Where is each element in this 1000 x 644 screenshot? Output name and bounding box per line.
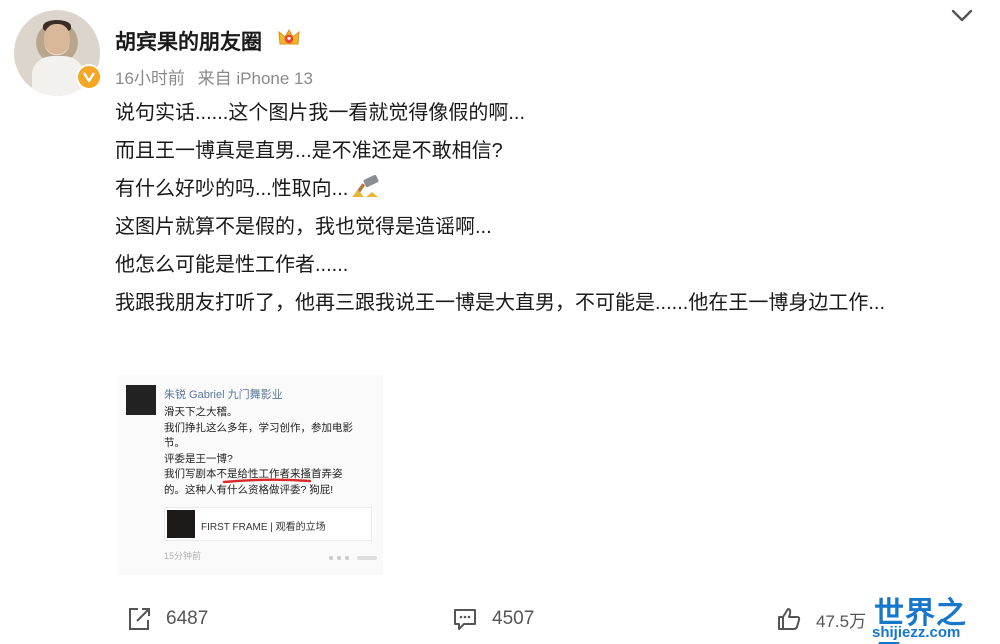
embedded-card-thumbnail [167,510,195,538]
embedded-time: 15分钟前 [164,551,202,561]
post-line: 他怎么可能是性工作者...... [115,254,349,276]
red-underline-mark [222,478,312,484]
verified-v-icon [76,64,102,90]
post-line: 这图片就算不是假的，我也觉得是造谣啊... [115,216,492,238]
blurred-dots [329,556,377,560]
crown-badge-icon [278,28,300,45]
post-line: 而且王一博真是直男...是不准还是不敢相信? [115,140,503,162]
share-button[interactable]: 6487 [126,606,208,632]
like-count: 47.5万 [816,611,867,631]
post-meta: 16小时前 来自 iPhone 13 [115,64,313,89]
hammer-emoji-icon [352,175,379,197]
embedded-link-card: FIRST FRAME | 观看的立场 [164,507,372,541]
post-body: 说句实话......这个图片我一看就觉得像假的啊... 而且王一博真是直男...… [115,94,985,322]
embedded-avatar [126,385,156,415]
share-icon [129,608,150,630]
site-watermark: 世界之最 shijiezz.com [870,588,995,644]
embedded-text-line: 滑天下之大稽。 [164,406,238,418]
post-line: 说句实话......这个图片我一看就觉得像假的啊... [115,102,526,124]
embedded-screenshot-image[interactable]: 朱锐 Gabriel 九门舞影业 滑天下之大稽。 我们挣扎这么多年，学习创作，参… [118,375,383,575]
post-time: 16小时前 [115,69,185,88]
post-line-with-emoji: 有什么好吵的吗...性取向... [115,170,985,208]
thumbs-up-icon [778,608,801,630]
post-source: 来自 iPhone 13 [197,69,313,88]
embedded-text-line: 评委是王一博? [164,452,233,465]
watermark-en: shijiezz.com [872,624,961,641]
embedded-card-title: FIRST FRAME | 观看的立场 [201,522,326,533]
post-line: 我跟我朋友打听了，他再三跟我说王一博是大直男，不可能是......他在王一博身边… [115,292,886,314]
username[interactable]: 胡宾果的朋友圈 [115,26,262,56]
action-bar: 6487 4507 47.5万 [0,596,1000,640]
like-button[interactable]: 47.5万 [776,606,866,632]
comment-count: 4507 [492,608,535,629]
embedded-text-line: 我们挣扎这么多年，学习创作，参加电影 [164,421,353,434]
chevron-down-icon[interactable] [950,6,974,26]
share-count: 6487 [166,608,209,629]
comment-icon [454,609,476,630]
embedded-text-line: 节。 [164,437,185,449]
embedded-author: 朱锐 Gabriel 九门舞影业 [164,389,283,401]
comment-button[interactable]: 4507 [452,606,534,632]
post-line: 有什么好吵的吗...性取向... [115,178,349,200]
